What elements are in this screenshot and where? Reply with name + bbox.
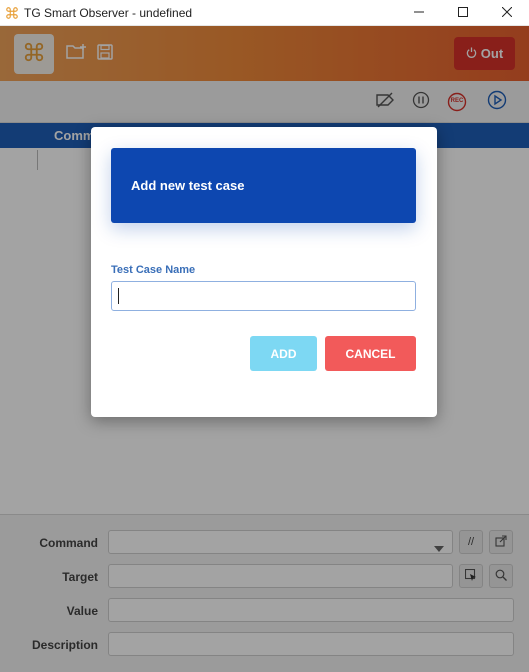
minimize-button[interactable]: [397, 0, 441, 26]
add-button[interactable]: ADD: [250, 336, 317, 371]
maximize-icon: [458, 4, 468, 22]
text-caret: [118, 288, 119, 304]
window-titlebar: TG Smart Observer - undefined: [0, 0, 529, 26]
close-icon: [501, 4, 513, 22]
app-cmd-icon: [4, 5, 20, 21]
dialog-header: Add new test case: [111, 148, 416, 223]
maximize-button[interactable]: [441, 0, 485, 26]
close-button[interactable]: [485, 0, 529, 26]
minimize-icon: [414, 4, 424, 22]
dialog-title: Add new test case: [131, 178, 245, 193]
window-title: TG Smart Observer - undefined: [24, 5, 193, 20]
test-case-name-label: Test Case Name: [111, 264, 196, 276]
cancel-button[interactable]: CANCEL: [325, 336, 416, 371]
add-test-case-dialog: Add new test case Test Case Name ADD CAN…: [91, 127, 437, 417]
test-case-name-input[interactable]: [111, 281, 416, 311]
